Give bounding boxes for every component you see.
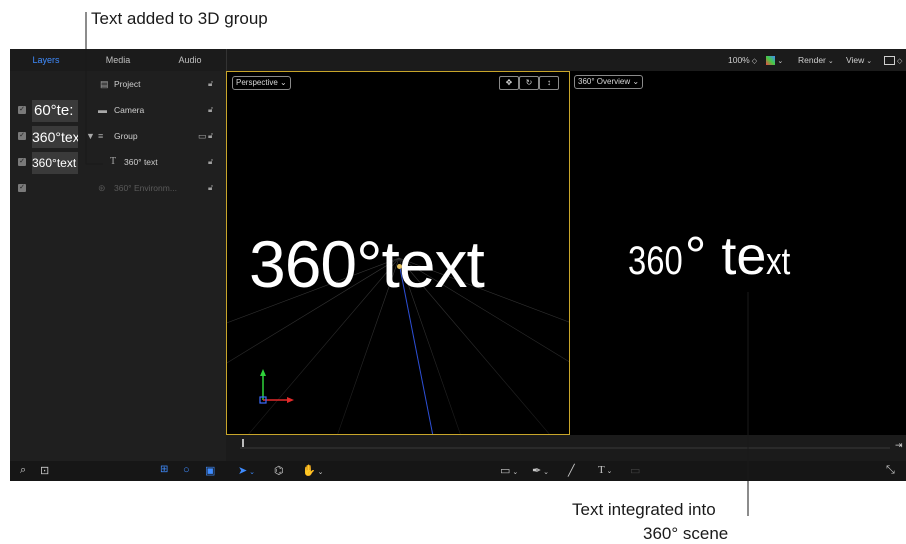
layout-menu[interactable]: ◇	[884, 49, 902, 71]
select-tool-icon[interactable]: ➤ ⌄	[238, 464, 255, 477]
lock-icon[interactable]: 🔓︎	[208, 183, 213, 193]
motion-app-window: Layers Media Audio 100% ◇ ⌄ Render ⌄ Vie…	[10, 49, 906, 481]
overview-text-part: 360	[628, 239, 683, 283]
callout-text-added: Text added to 3D group	[91, 9, 268, 28]
mini-timeline[interactable]: ⇥	[226, 435, 906, 461]
tab-media[interactable]: Media	[82, 49, 154, 71]
callout-text-integrated-line2: 360° scene	[643, 524, 729, 543]
dolly-icon: ↕	[547, 78, 551, 87]
layer-label: 360° Environm...	[114, 183, 177, 193]
chevron-down-icon: ⌄	[864, 58, 873, 65]
add-object-icon[interactable]: ⊞	[160, 464, 168, 475]
layer-label: Camera	[114, 105, 145, 115]
layer-row-360-text[interactable]: ✓ 360°text T 360° text 🔓︎	[10, 150, 226, 176]
bottom-toolbar: ⌕ ⊡ ⊞ ○ ▣ ➤ ⌄ ⌬ ✋ ⌄ ▭ ⌄ ✒ ⌄ ╱ T ⌄ ▭ ⤡	[10, 461, 906, 481]
render-menu[interactable]: Render ⌄	[798, 49, 834, 71]
view-mode-menu[interactable]: Perspective ⌄	[232, 76, 291, 90]
overview-360-text: 360° text	[628, 221, 796, 305]
text-tool-icon[interactable]: T ⌄	[598, 464, 612, 476]
stepper-icon: ◇	[749, 58, 758, 65]
lock-icon[interactable]: 🔓︎	[208, 157, 213, 167]
tab-audio[interactable]: Audio	[154, 49, 226, 71]
color-channel-menu[interactable]: ⌄	[766, 49, 783, 71]
move-icon: ✥	[505, 78, 513, 87]
playhead-start-icon[interactable]	[242, 439, 244, 447]
search-icon[interactable]: ⌕	[20, 464, 26, 477]
orbit-view-button[interactable]: ↻	[519, 76, 539, 90]
layer-row-360-environment[interactable]: ✓ ⊛ 360° Environm... 🔓︎	[10, 176, 226, 202]
mask-tool-icon[interactable]: ▭	[630, 464, 640, 477]
layer-thumbnail: 360°text	[32, 152, 78, 174]
document-icon: ▤	[100, 79, 109, 89]
layer-label: 360° text	[124, 157, 158, 167]
layer-label: Group	[114, 131, 138, 141]
out-point-icon[interactable]: ⇥	[895, 440, 903, 451]
thumbnail-toggle-icon[interactable]: ⊡	[40, 464, 49, 477]
layer-thumbnail: 60°te:	[32, 100, 78, 122]
3d-group-icon: ▭	[198, 131, 207, 141]
layer-row-camera[interactable]: ✓ 60°te: ▬ Camera 🔓︎	[10, 98, 226, 124]
chevron-down-icon: ⌄	[777, 58, 784, 65]
layer-label: Project	[114, 79, 141, 89]
view-menu[interactable]: View ⌄	[846, 49, 872, 71]
chevron-down-icon: ⌄	[825, 58, 834, 65]
checkbox[interactable]: ✓	[18, 132, 26, 140]
overview-text-part: ° te	[684, 226, 767, 286]
environment-icon: ⊛	[98, 183, 106, 193]
checkbox[interactable]: ✓	[18, 184, 26, 192]
layout-icon	[884, 56, 895, 66]
canvas-perspective-view[interactable]: Perspective ⌄ ✥ ↻ ↕ 360°text	[226, 71, 570, 435]
camera-icon: ▬	[98, 105, 107, 115]
layer-thumbnail: 360°tex	[32, 126, 78, 148]
mask-icon[interactable]: ○	[183, 464, 190, 476]
top-toolbar: Layers Media Audio 100% ◇ ⌄ Render ⌄ Vie…	[10, 49, 906, 71]
line-tool-icon[interactable]: ╱	[568, 464, 575, 477]
layers-icon[interactable]: ▣	[205, 464, 215, 477]
tab-layers[interactable]: Layers	[10, 49, 82, 71]
chevron-down-icon: ⌄	[630, 77, 640, 86]
canvas-360-overview[interactable]: 360° Overview ⌄ 360° text	[570, 71, 906, 435]
callout-text-integrated-line1: Text integrated into	[572, 500, 716, 519]
adjust-item-icon[interactable]: ⌬	[274, 464, 284, 477]
canvas-360-text[interactable]: 360°text	[249, 229, 485, 299]
dolly-view-button[interactable]: ↕	[539, 76, 559, 90]
lock-icon[interactable]: 🔓︎	[208, 131, 213, 141]
layers-panel: ▤ Project 🔓︎ ✓ 60°te: ▬ Camera 🔓︎ ✓ 360°…	[10, 71, 226, 461]
chevron-down-icon: ⌄	[277, 78, 287, 87]
pen-tool-icon[interactable]: ✒ ⌄	[532, 464, 549, 477]
text-icon: T	[110, 156, 117, 167]
zoom-level[interactable]: 100% ◇	[728, 49, 757, 71]
color-swatch-icon	[766, 56, 775, 66]
lock-icon[interactable]: 🔓︎	[208, 105, 213, 115]
checkbox[interactable]: ✓	[18, 106, 26, 114]
overview-text-part: xt	[766, 241, 791, 283]
checkbox[interactable]: ✓	[18, 158, 26, 166]
anchor-point-icon[interactable]	[397, 264, 402, 269]
layer-row-group[interactable]: ✓ 360°tex ▼ ≡ Group ▭ 🔓︎	[10, 124, 226, 150]
orbit-icon: ↻	[525, 78, 533, 87]
layer-row-project[interactable]: ▤ Project 🔓︎	[10, 72, 226, 98]
shape-tool-icon[interactable]: ▭ ⌄	[500, 464, 518, 477]
overview-mode-menu[interactable]: 360° Overview ⌄	[574, 75, 644, 89]
group-icon: ≡	[98, 131, 104, 141]
stepper-icon: ◇	[895, 58, 903, 65]
hand-tool-icon[interactable]: ✋ ⌄	[302, 464, 324, 477]
fullscreen-icon[interactable]: ⤡	[886, 464, 895, 477]
pan-view-button[interactable]: ✥	[499, 76, 519, 90]
disclosure-triangle-icon[interactable]: ▼	[86, 131, 95, 141]
lock-icon[interactable]: 🔓︎	[208, 79, 213, 89]
